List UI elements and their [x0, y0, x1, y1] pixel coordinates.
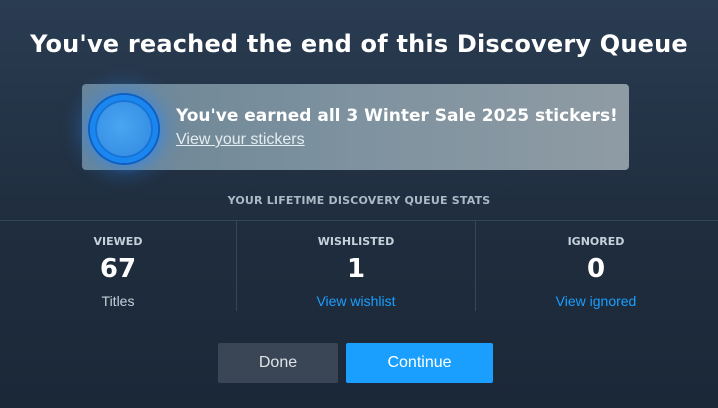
- view-ignored-link[interactable]: View ignored: [476, 293, 716, 309]
- done-button[interactable]: Done: [218, 343, 338, 383]
- stat-wishlisted-value: 1: [346, 254, 366, 284]
- view-wishlist-link[interactable]: View wishlist: [237, 293, 475, 309]
- stat-ignored-value: 0: [586, 254, 606, 284]
- stats-header: YOUR LIFETIME DISCOVERY QUEUE STATS: [227, 194, 491, 207]
- stat-ignored-label: IGNORED: [567, 235, 625, 248]
- reward-message: You've earned all 3 Winter Sale 2025 sti…: [176, 106, 618, 126]
- stat-viewed: VIEWED 67 Titles: [0, 221, 236, 311]
- winter-sale-sticker-badge-icon: [90, 95, 158, 163]
- stat-viewed-label: VIEWED: [93, 235, 143, 248]
- view-stickers-link[interactable]: View your stickers: [176, 131, 305, 149]
- stat-wishlisted: WISHLISTED 1 View wishlist: [237, 221, 475, 311]
- stat-ignored: IGNORED 0 View ignored: [476, 221, 716, 311]
- stat-viewed-value: 67: [99, 254, 137, 284]
- page-title: You've reached the end of this Discovery…: [30, 30, 688, 58]
- stat-wishlisted-label: WISHLISTED: [317, 235, 395, 248]
- stat-viewed-sub: Titles: [101, 293, 135, 309]
- continue-button[interactable]: Continue: [346, 343, 493, 383]
